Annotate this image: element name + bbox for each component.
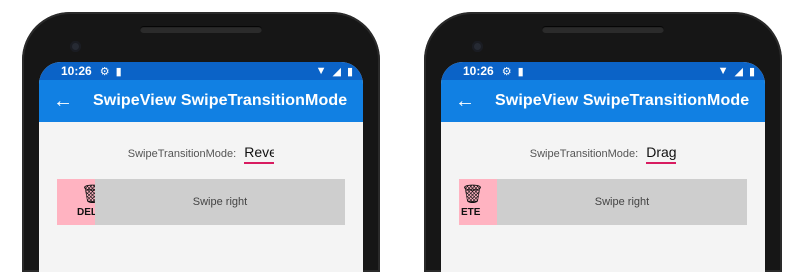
battery-icon: ▮ xyxy=(346,65,353,78)
arrow-left-icon[interactable]: ← xyxy=(53,90,93,113)
arrow-left-icon[interactable]: ← xyxy=(455,90,495,113)
phone-right: 10:26 ⚙ ▮ ▼ ◢ ▮ ← SwipeView SwipeTransit… xyxy=(424,12,782,272)
mode-label: SwipeTransitionMode: xyxy=(529,148,639,160)
earpiece-speaker xyxy=(140,26,262,33)
wifi-icon: ▼ xyxy=(315,65,327,77)
battery-icon: ▮ xyxy=(748,65,755,78)
swipe-view[interactable]: 🗑 DEL Swipe right xyxy=(57,179,345,225)
app-bar: ← SwipeView SwipeTransitionMode xyxy=(441,80,765,122)
front-camera xyxy=(70,41,81,52)
page-content: SwipeTransitionMode: Reve 🗑 DEL Swipe ri… xyxy=(39,122,363,272)
page-title: SwipeView SwipeTransitionMode xyxy=(495,92,750,109)
trash-icon: 🗑 xyxy=(461,184,484,204)
delete-label: DEL xyxy=(77,207,95,218)
swipe-content[interactable]: Swipe right xyxy=(497,179,747,225)
swipe-view[interactable]: 🗑 ETE Swipe right xyxy=(459,179,747,225)
delete-label: ETE xyxy=(461,207,481,218)
status-time: 10:26 xyxy=(463,64,494,78)
earpiece-speaker xyxy=(542,26,664,33)
signal-icon: ◢ xyxy=(734,65,743,78)
front-camera xyxy=(472,41,483,52)
status-bar: 10:26 ⚙ ▮ ▼ ◢ ▮ xyxy=(39,62,363,80)
screen: 10:26 ⚙ ▮ ▼ ◢ ▮ ← SwipeView SwipeTransit… xyxy=(441,62,765,272)
wifi-icon: ▼ xyxy=(717,65,729,77)
gear-icon: ⚙ xyxy=(501,65,512,78)
delete-swipe-item[interactable]: 🗑 DEL xyxy=(57,179,95,225)
phone-left: 10:26 ⚙ ▮ ▼ ◢ ▮ ← SwipeView SwipeTransit… xyxy=(22,12,380,272)
mode-label: SwipeTransitionMode: xyxy=(127,148,237,160)
app-bar: ← SwipeView SwipeTransitionMode xyxy=(39,80,363,122)
status-time: 10:26 xyxy=(61,64,92,78)
sd-card-icon: ▮ xyxy=(115,65,122,78)
gear-icon: ⚙ xyxy=(99,65,110,78)
trash-icon: 🗑 xyxy=(81,184,95,204)
page-title: SwipeView SwipeTransitionMode xyxy=(93,92,348,109)
signal-icon: ◢ xyxy=(332,65,341,78)
delete-swipe-item[interactable]: 🗑 ETE xyxy=(459,179,497,225)
mode-picker[interactable]: Drag xyxy=(646,144,677,164)
page-content: SwipeTransitionMode: Drag 🗑 ETE Swipe ri… xyxy=(441,122,765,272)
mode-row: SwipeTransitionMode: Drag xyxy=(441,144,765,164)
mode-picker[interactable]: Reve xyxy=(244,144,275,164)
status-bar: 10:26 ⚙ ▮ ▼ ◢ ▮ xyxy=(441,62,765,80)
swipe-content[interactable]: Swipe right xyxy=(95,179,345,225)
sd-card-icon: ▮ xyxy=(517,65,524,78)
mode-row: SwipeTransitionMode: Reve xyxy=(39,144,363,164)
screen: 10:26 ⚙ ▮ ▼ ◢ ▮ ← SwipeView SwipeTransit… xyxy=(39,62,363,272)
